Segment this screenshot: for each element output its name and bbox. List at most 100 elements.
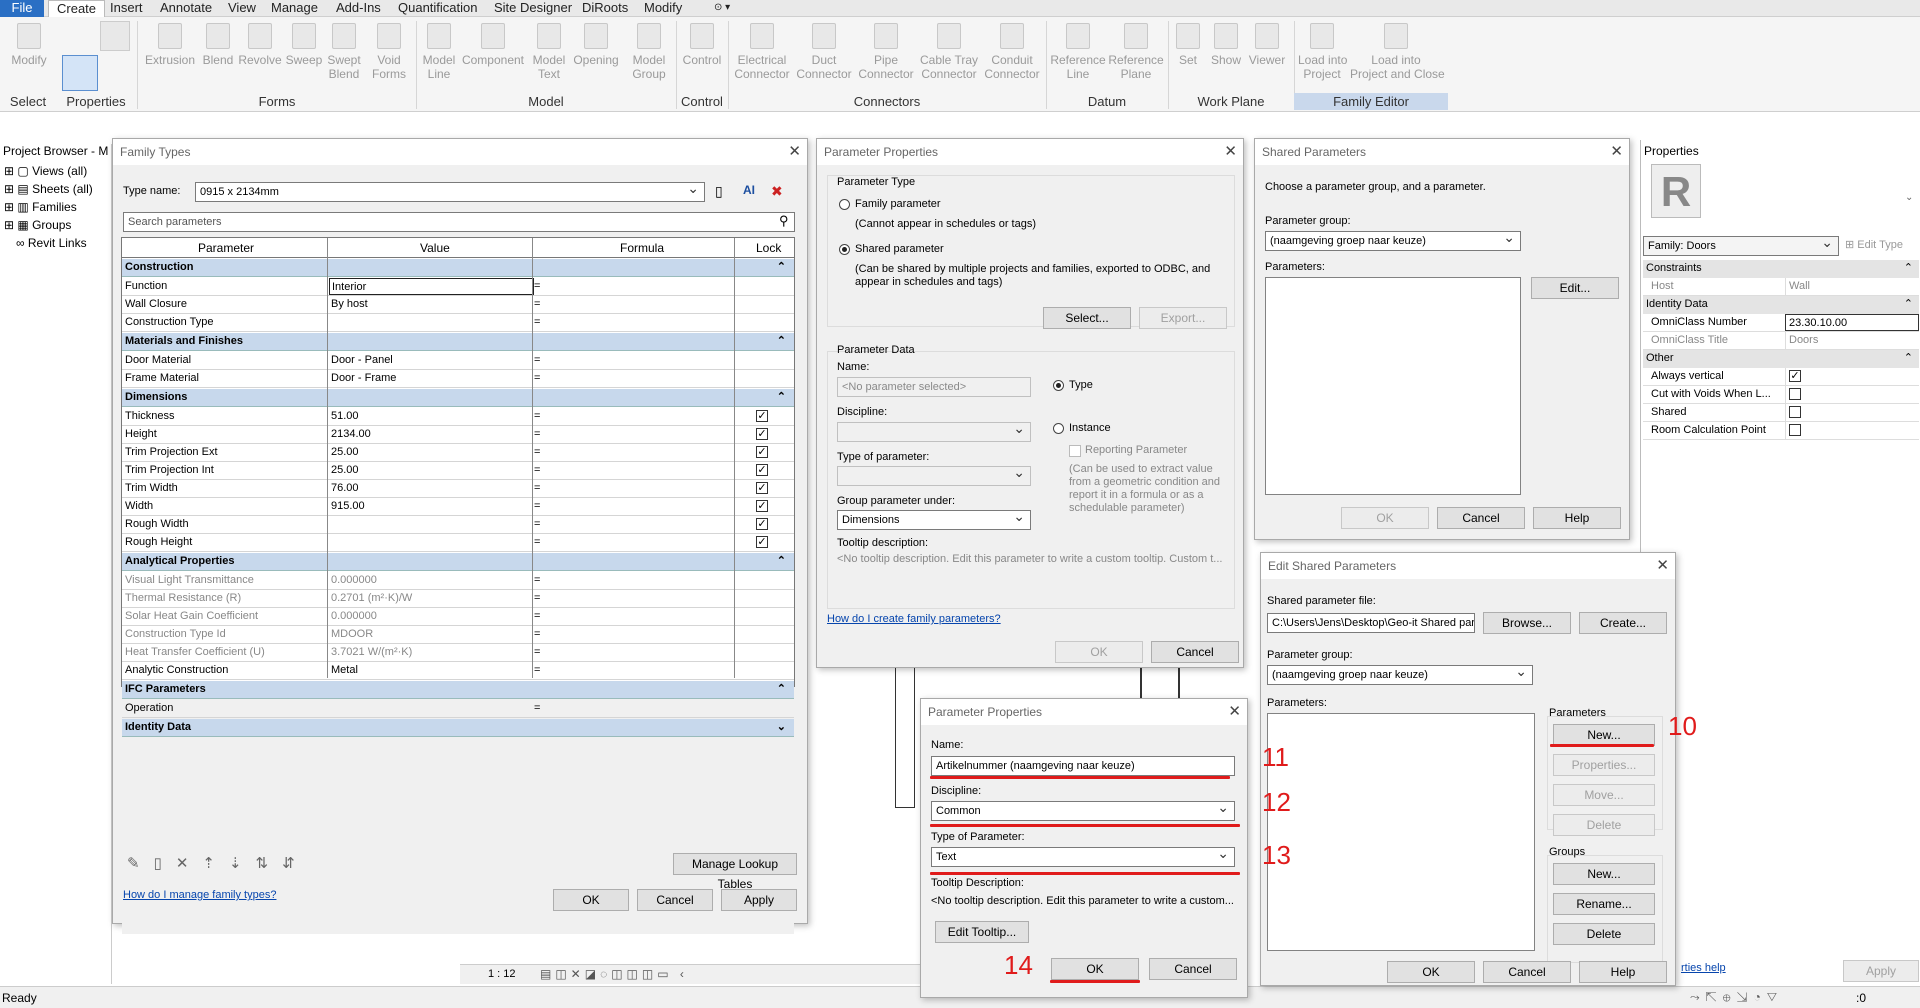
cancel-button[interactable]: Cancel <box>1483 961 1571 983</box>
modify-button[interactable]: Modify <box>6 21 52 67</box>
parameter-value[interactable]: 0.2701 (m²·K)/W <box>329 590 534 607</box>
delete-type-icon[interactable]: ✖ <box>771 183 789 201</box>
close-icon[interactable]: ✕ <box>1656 556 1669 574</box>
cable-tray-connector-button[interactable]: Cable Tray Connector <box>918 21 980 81</box>
help-button[interactable]: Help <box>1579 961 1667 983</box>
sweep-button[interactable]: Sweep <box>284 21 324 67</box>
reference-plane-button[interactable]: Reference Plane <box>1108 21 1164 81</box>
parameter-value[interactable] <box>329 534 534 551</box>
parameter-group-select[interactable]: (naamgeving groep naar keuze) <box>1267 665 1533 685</box>
cancel-button[interactable]: Cancel <box>1151 641 1239 663</box>
close-icon[interactable]: ✕ <box>1224 142 1237 160</box>
tab-manage[interactable]: Manage <box>263 0 326 17</box>
parameter-value[interactable] <box>329 700 534 717</box>
parameter-group-select[interactable]: (naamgeving groep naar keuze) <box>1265 231 1521 251</box>
help-button[interactable]: Help <box>1533 507 1621 529</box>
parameter-formula[interactable]: = <box>534 572 540 589</box>
parameter-formula[interactable]: = <box>534 314 540 331</box>
parameter-value[interactable] <box>329 314 534 331</box>
collapse-chevron-icon[interactable]: ⌃ <box>777 681 786 698</box>
shared-parameter-radio[interactable] <box>839 244 850 255</box>
table-tool-icons[interactable]: ✎▯✕⇡⇣⇅⇵ <box>127 854 309 872</box>
rename-type-icon[interactable]: AI <box>743 183 761 201</box>
parameter-value[interactable]: 51.00 <box>329 408 534 425</box>
tab-overflow-icon[interactable]: ⊙ ▾ <box>706 0 738 17</box>
manage-lookup-tables-button[interactable]: Manage Lookup Tables <box>673 853 797 891</box>
load-into-project-close-button[interactable]: Load into Project and Close <box>1350 21 1445 81</box>
view-control-icons[interactable]: ▤◫✕◪◌◫◫◫▭ ‹ <box>540 967 688 981</box>
collapse-chevron-icon[interactable]: ⌃ <box>777 333 786 350</box>
parameter-formula[interactable]: = <box>534 480 540 497</box>
family-parameter-radio[interactable] <box>839 199 850 210</box>
parameter-formula[interactable]: = <box>534 662 540 679</box>
type-radio[interactable] <box>1053 380 1064 391</box>
parameter-formula[interactable]: = <box>534 498 540 515</box>
move-button[interactable]: Move... <box>1553 784 1655 806</box>
parameter-formula[interactable]: = <box>534 462 540 479</box>
collapse-chevron-icon[interactable]: ⌄ <box>777 719 786 736</box>
ok-button[interactable]: OK <box>1387 961 1475 983</box>
parameter-formula[interactable]: = <box>534 700 540 717</box>
tab-annotate[interactable]: Annotate <box>152 0 220 17</box>
close-icon[interactable]: ✕ <box>1610 142 1623 160</box>
tree-item-groups[interactable]: ⊞ ▦ Groups <box>4 216 93 234</box>
room-calc-point-checkbox[interactable] <box>1789 424 1801 436</box>
view-scale[interactable]: 1 : 12 <box>488 968 516 980</box>
parameter-formula[interactable]: = <box>534 644 540 661</box>
cancel-button[interactable]: Cancel <box>1149 958 1237 980</box>
parameter-value[interactable]: Door - Frame <box>329 370 534 387</box>
tab-quantification[interactable]: Quantification <box>390 0 486 17</box>
ok-button[interactable]: OK <box>553 889 629 911</box>
ok-button[interactable]: OK <box>1051 958 1139 980</box>
parameter-name-input[interactable]: Artikelnummer (naamgeving naar keuze) <box>931 756 1235 776</box>
load-into-project-button[interactable]: Load into Project <box>1298 21 1347 81</box>
type-name-select[interactable]: 0915 x 2134mm <box>195 182 705 202</box>
conduit-connector-button[interactable]: Conduit Connector <box>982 21 1042 81</box>
parameter-value[interactable]: Door - Panel <box>329 352 534 369</box>
manage-family-types-help-link[interactable]: How do I manage family types? <box>123 889 276 901</box>
create-family-parameters-help-link[interactable]: How do I create family parameters? <box>827 613 1001 625</box>
apply-button[interactable]: Apply <box>721 889 797 911</box>
table-group-header[interactable]: Identity Data ⌄ <box>122 719 794 737</box>
lock-checkbox[interactable]: ✓ <box>756 536 768 548</box>
set-button[interactable]: Set <box>1172 21 1204 67</box>
parameter-formula[interactable]: = <box>534 626 540 643</box>
delete-parameter-button[interactable]: Delete <box>1553 814 1655 836</box>
parameter-formula[interactable]: = <box>534 278 540 295</box>
parameter-value[interactable]: By host <box>329 296 534 313</box>
parameter-value[interactable]: 25.00 <box>329 444 534 461</box>
export-button[interactable]: Export... <box>1139 307 1227 329</box>
prop-section-other[interactable]: Other ⌃ <box>1643 350 1919 368</box>
void-forms-button[interactable]: Void Forms <box>368 21 410 81</box>
electrical-connector-button[interactable]: Electrical Connector <box>732 21 792 81</box>
model-line-button[interactable]: Model Line <box>420 21 458 81</box>
table-group-header[interactable]: IFC Parameters ⌃ <box>122 681 794 699</box>
opening-button[interactable]: Opening <box>570 21 622 67</box>
prop-section-constraints[interactable]: Constraints ⌃ <box>1643 260 1919 278</box>
group-select[interactable]: Select <box>0 93 56 110</box>
new-parameter-button[interactable]: New... <box>1553 724 1655 746</box>
parameters-list[interactable] <box>1267 713 1535 951</box>
parameter-formula[interactable]: = <box>534 444 540 461</box>
delete-group-button[interactable]: Delete <box>1553 923 1655 945</box>
revolve-button[interactable]: Revolve <box>237 21 283 67</box>
properties-help-link[interactable]: rties help <box>1681 962 1726 974</box>
cancel-button[interactable]: Cancel <box>637 889 713 911</box>
family-types-button[interactable] <box>62 55 98 91</box>
blend-button[interactable]: Blend <box>199 21 237 67</box>
properties-button[interactable]: Properties... <box>1553 754 1655 776</box>
lock-checkbox[interactable]: ✓ <box>756 500 768 512</box>
discipline-select[interactable]: Common <box>931 801 1235 821</box>
parameter-value[interactable]: 915.00 <box>329 498 534 515</box>
table-group-header[interactable]: Construction ⌃ <box>122 259 794 277</box>
lock-checkbox[interactable]: ✓ <box>756 428 768 440</box>
parameter-value[interactable] <box>329 516 534 533</box>
edit-button[interactable]: Edit... <box>1531 277 1619 299</box>
control-button[interactable]: Control <box>680 21 724 67</box>
select-button[interactable]: Select... <box>1043 307 1131 329</box>
shared-checkbox[interactable] <box>1789 406 1801 418</box>
rename-group-button[interactable]: Rename... <box>1553 893 1655 915</box>
parameter-value[interactable]: 2134.00 <box>329 426 534 443</box>
group-parameter-select[interactable]: Dimensions <box>837 510 1031 530</box>
status-icons[interactable]: ⤳⇱⊕⇲◔▽ <box>1690 990 1783 1005</box>
